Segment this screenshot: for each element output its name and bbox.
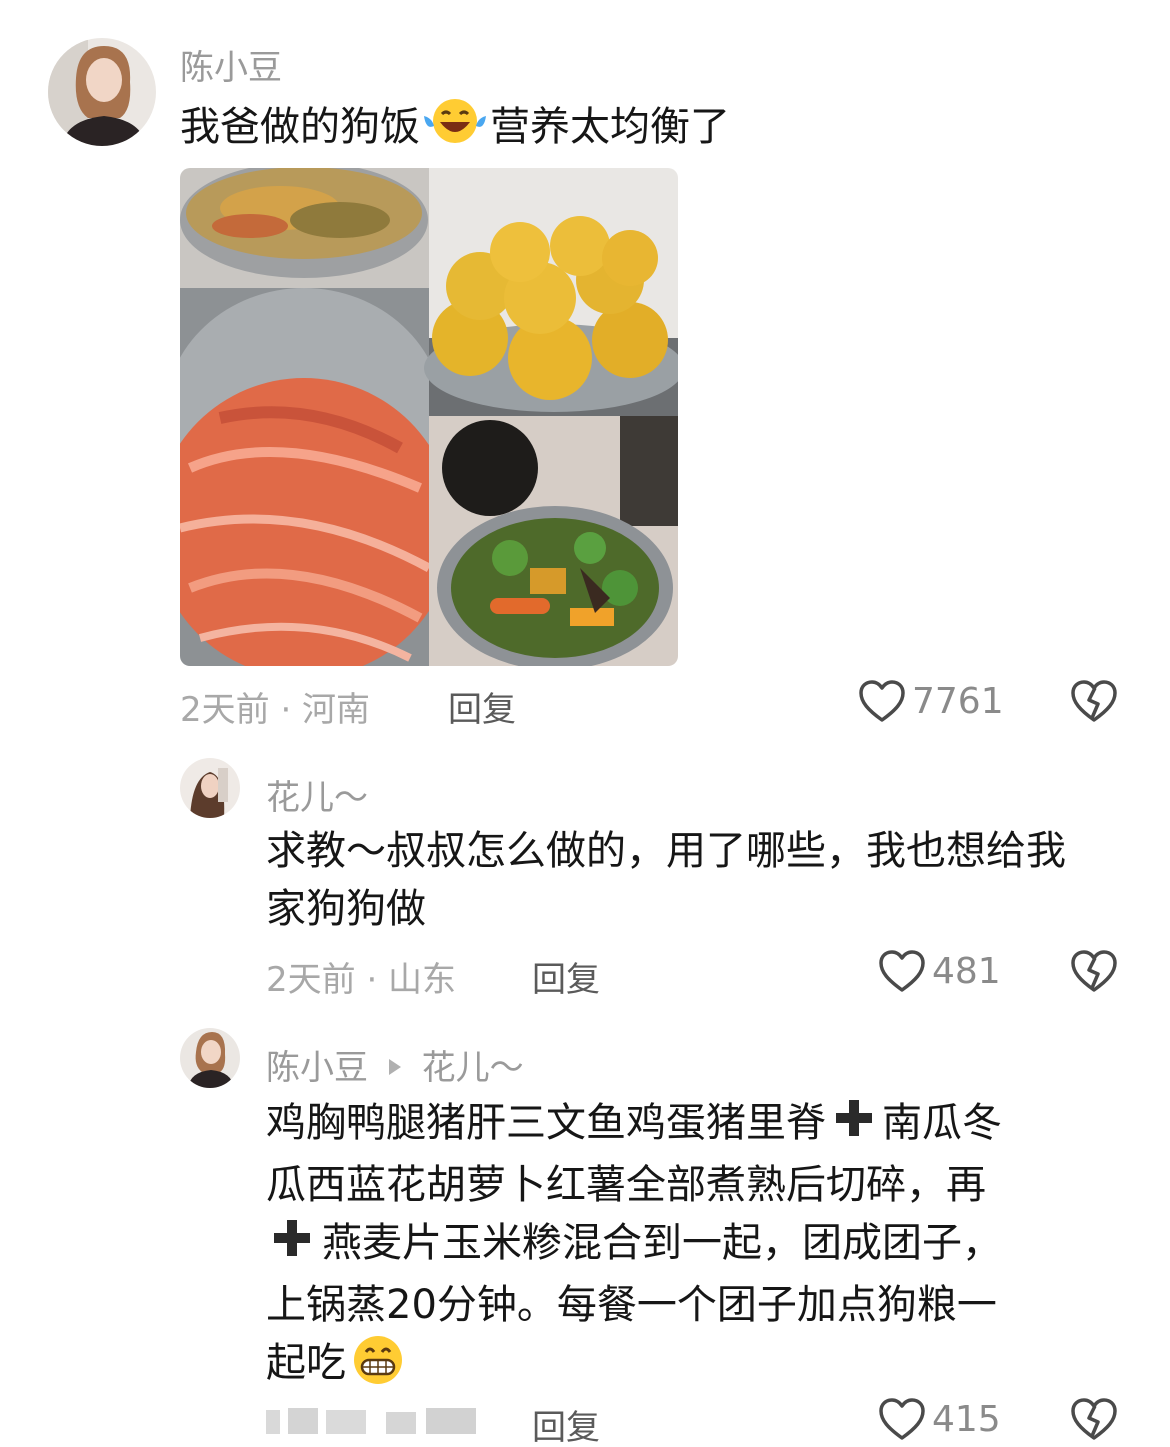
dislike-button[interactable] — [1070, 1396, 1118, 1446]
username[interactable]: 陈小豆 — [180, 40, 282, 89]
heart-outline-icon — [879, 1398, 925, 1440]
triangle-right-icon — [387, 1046, 403, 1086]
username-line: 陈小豆 花儿～ — [266, 1040, 524, 1089]
heavy-plus-icon — [832, 1096, 876, 1156]
heavy-plus-icon — [270, 1216, 314, 1276]
photo-steamed-balls[interactable] — [424, 168, 678, 416]
avatar[interactable] — [48, 38, 156, 146]
comment-text: 我爸做的狗饭 营养太均衡了 — [180, 96, 730, 162]
dislike-button[interactable] — [1070, 678, 1118, 728]
avatar[interactable] — [180, 758, 240, 818]
comment-meta: 2天前 · 河南 — [180, 690, 371, 730]
comment-line: 鸡胸鸭腿猪肝三文鱼鸡蛋猪里脊 — [266, 1100, 826, 1146]
like-count: 481 — [932, 950, 1001, 992]
grinning-emoji-icon — [350, 1334, 406, 1402]
avatar[interactable] — [180, 1028, 240, 1088]
comment-line: 瓜西蓝花胡萝卜红薯全部煮熟后切碎，再 — [266, 1162, 986, 1208]
comment-text-part: 我爸做的狗饭 — [180, 104, 420, 150]
like-button[interactable]: 7761 — [858, 678, 1004, 724]
photo-chopped-food[interactable] — [180, 168, 429, 298]
like-count: 415 — [932, 1398, 1001, 1440]
username[interactable]: 陈小豆 — [266, 1048, 368, 1088]
reply-button[interactable]: 回复 — [532, 952, 600, 1001]
broken-heart-icon — [1071, 950, 1117, 992]
like-button[interactable]: 481 — [878, 948, 1001, 994]
reply-button[interactable]: 回复 — [532, 1400, 600, 1447]
crying-laughing-emoji-icon — [420, 96, 490, 162]
broken-heart-icon — [1071, 1398, 1117, 1440]
reply-to-username[interactable]: 花儿～ — [422, 1048, 524, 1088]
comment-meta-obscured — [266, 1404, 480, 1436]
comment-line: 燕麦片玉米糁混合到一起，团成团子， — [322, 1220, 1002, 1266]
comment-line: 起吃 — [266, 1340, 346, 1386]
dislike-button[interactable] — [1070, 948, 1118, 998]
comment-text: 求教～叔叔怎么做的，用了哪些，我也想给我家狗狗做 — [266, 828, 1066, 932]
avatar-image — [180, 758, 240, 818]
comment-line: 上锅蒸20分钟。每餐一个团子加点狗粮一 — [266, 1282, 997, 1328]
photo-dog-vegetables[interactable] — [429, 416, 678, 666]
photo-salmon[interactable] — [180, 288, 454, 666]
comment-text: 鸡胸鸭腿猪肝三文鱼鸡蛋猪里脊 南瓜冬 瓜西蓝花胡萝卜红薯全部煮熟后切碎，再 燕麦片… — [266, 1094, 1126, 1402]
like-button[interactable]: 415 — [878, 1396, 1001, 1442]
avatar-image — [180, 1028, 240, 1088]
broken-heart-icon — [1071, 680, 1117, 722]
reply-button[interactable]: 回复 — [448, 682, 516, 731]
comment-text-part: 营养太均衡了 — [490, 104, 730, 150]
username[interactable]: 花儿～ — [266, 770, 368, 819]
avatar-image — [48, 38, 156, 146]
comment-meta: 2天前 · 山东 — [266, 960, 457, 1000]
heart-outline-icon — [879, 950, 925, 992]
comment-line: 南瓜冬 — [882, 1100, 1002, 1146]
heart-outline-icon — [859, 680, 905, 722]
photo-grid[interactable] — [180, 168, 678, 666]
like-count: 7761 — [912, 680, 1004, 722]
